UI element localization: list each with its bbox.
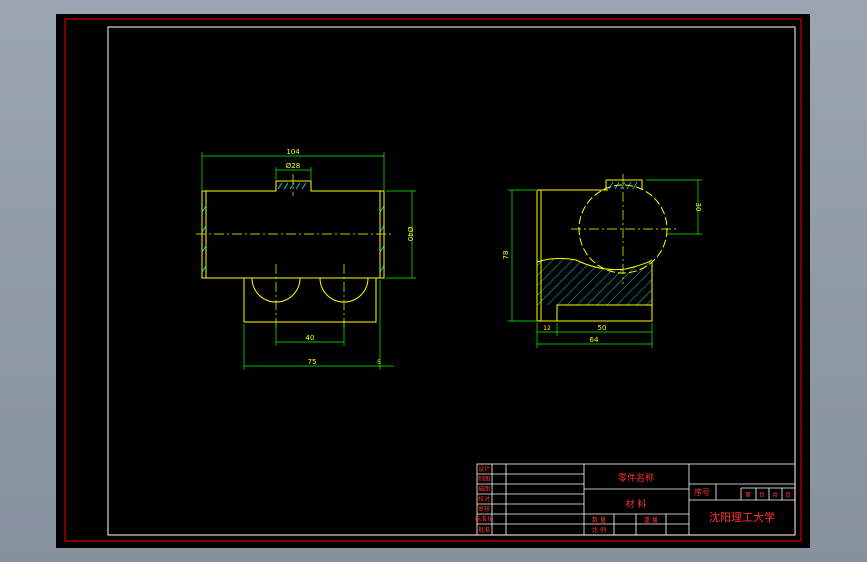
tb-row-label-2: 描图 — [478, 485, 490, 493]
tb-row-label-0: 设计 — [478, 465, 490, 473]
title-block[interactable]: 设计 制图 描图 校对 审核 标准化 批准 零件名称 材 料 数 量 重 量 比… — [475, 463, 796, 536]
front-centerlines — [196, 174, 392, 330]
tb-row-label-3: 校对 — [478, 495, 490, 503]
dim-inner-width: 50 — [598, 324, 607, 332]
tb-part-name: 零件名称 — [618, 472, 654, 484]
tb-scale-label: 比 例 — [592, 526, 606, 534]
tb-row-label-6: 批准 — [478, 526, 490, 534]
front-hatch — [201, 182, 385, 273]
tb-sheet-label-3: 页 — [785, 492, 791, 499]
drawing-canvas[interactable]: 104 Ø28 Ø40 40 75 5 78 30 12 50 64 设计 制图… — [56, 14, 810, 548]
drawing-border — [107, 26, 796, 536]
dim-offset-left: 12 — [543, 325, 551, 332]
dim-base-length: 75 — [308, 358, 317, 366]
outer-frame — [64, 18, 802, 542]
dim-hole-spacing: 40 — [306, 334, 315, 342]
dim-sphere-radius: 30 — [694, 203, 702, 212]
drawing-svg: 104 Ø28 Ø40 40 75 5 78 30 12 50 64 设计 制图… — [64, 18, 802, 542]
front-view: 104 Ø28 Ø40 40 75 5 — [196, 148, 416, 370]
tb-seq-no: 序号 — [694, 487, 710, 497]
tb-material: 材 料 — [626, 498, 647, 510]
dim-overall-length: 104 — [286, 148, 300, 156]
tb-sheet-label-0: 第 — [745, 491, 751, 499]
dim-base-offset: 5 — [377, 359, 381, 366]
tb-sheet-label-2: 共 — [772, 491, 778, 499]
dim-side-height: 78 — [502, 251, 510, 260]
cad-application: 104 Ø28 Ø40 40 75 5 78 30 12 50 64 设计 制图… — [0, 0, 867, 562]
tb-weight-label: 重 量 — [644, 516, 658, 524]
tb-school-name: 沈阳理工大学 — [709, 510, 775, 524]
tb-row-label-5: 标准化 — [475, 515, 493, 523]
dim-front-height: Ø40 — [406, 227, 414, 241]
dim-boss-diameter: Ø28 — [286, 162, 300, 170]
dim-overall-width: 64 — [590, 336, 599, 344]
tb-quantity-label: 数 量 — [592, 516, 606, 524]
tb-row-label-4: 审核 — [478, 505, 490, 513]
side-view: 78 30 12 50 64 — [502, 174, 702, 348]
tb-sheet-label-1: 页 — [759, 492, 765, 499]
front-body-outline — [201, 180, 385, 323]
tb-row-label-1: 制图 — [478, 475, 490, 483]
side-hatch-section — [537, 258, 652, 305]
